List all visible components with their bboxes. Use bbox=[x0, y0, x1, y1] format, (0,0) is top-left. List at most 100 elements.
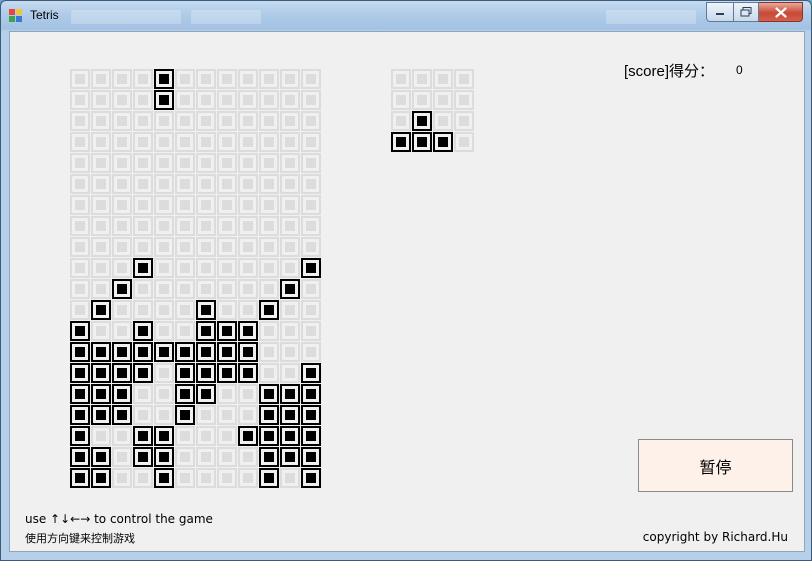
board-empty-cell bbox=[175, 195, 195, 215]
board-empty-cell bbox=[238, 468, 258, 488]
board-filled-cell bbox=[259, 300, 279, 320]
maximize-button[interactable] bbox=[734, 2, 759, 22]
board-empty-cell bbox=[280, 237, 300, 257]
background-tab-ghost bbox=[71, 10, 181, 24]
board-empty-cell bbox=[196, 279, 216, 299]
board-empty-cell bbox=[217, 447, 237, 467]
board-filled-cell bbox=[91, 405, 111, 425]
board-empty-cell bbox=[154, 321, 174, 341]
board-empty-cell bbox=[91, 279, 111, 299]
board-filled-cell bbox=[259, 405, 279, 425]
board-filled-cell bbox=[196, 321, 216, 341]
board-filled-cell bbox=[217, 321, 237, 341]
board-filled-cell bbox=[70, 447, 90, 467]
next-piece-empty-cell bbox=[391, 90, 411, 110]
minimize-button[interactable] bbox=[706, 2, 734, 22]
board-empty-cell bbox=[175, 258, 195, 278]
board-empty-cell bbox=[280, 195, 300, 215]
board-filled-cell bbox=[175, 384, 195, 404]
board-empty-cell bbox=[133, 111, 153, 131]
board-filled-cell bbox=[70, 342, 90, 362]
score-value: 0 bbox=[736, 63, 743, 77]
board-empty-cell bbox=[154, 363, 174, 383]
board-empty-cell bbox=[280, 111, 300, 131]
board-empty-cell bbox=[91, 195, 111, 215]
board-filled-cell bbox=[133, 258, 153, 278]
board-empty-cell bbox=[175, 468, 195, 488]
board-empty-cell bbox=[112, 153, 132, 173]
board-empty-cell bbox=[301, 300, 321, 320]
board-empty-cell bbox=[175, 111, 195, 131]
board-empty-cell bbox=[217, 132, 237, 152]
board-empty-cell bbox=[112, 216, 132, 236]
close-button[interactable] bbox=[759, 2, 803, 22]
board-filled-cell bbox=[280, 426, 300, 446]
board-filled-cell bbox=[91, 342, 111, 362]
next-piece-empty-cell bbox=[391, 69, 411, 89]
next-piece-empty-cell bbox=[454, 132, 474, 152]
board-empty-cell bbox=[259, 279, 279, 299]
title-bar[interactable]: Tetris bbox=[1, 1, 811, 30]
board-empty-cell bbox=[280, 363, 300, 383]
board-empty-cell bbox=[112, 174, 132, 194]
board-empty-cell bbox=[217, 468, 237, 488]
board-empty-cell bbox=[112, 468, 132, 488]
board-filled-cell bbox=[154, 426, 174, 446]
board-empty-cell bbox=[154, 132, 174, 152]
board-filled-cell bbox=[175, 342, 195, 362]
board-empty-cell bbox=[259, 216, 279, 236]
board-empty-cell bbox=[112, 90, 132, 110]
board-empty-cell bbox=[238, 258, 258, 278]
board-empty-cell bbox=[217, 237, 237, 257]
board-filled-cell bbox=[133, 342, 153, 362]
board-empty-cell bbox=[217, 90, 237, 110]
pause-button[interactable]: 暂停 bbox=[638, 439, 793, 492]
board-empty-cell bbox=[154, 279, 174, 299]
board-empty-cell bbox=[259, 321, 279, 341]
next-piece-empty-cell bbox=[412, 90, 432, 110]
board-filled-cell bbox=[196, 300, 216, 320]
board-filled-cell bbox=[112, 279, 132, 299]
board-filled-cell bbox=[238, 321, 258, 341]
board-empty-cell bbox=[133, 216, 153, 236]
board-empty-cell bbox=[196, 132, 216, 152]
board-empty-cell bbox=[259, 132, 279, 152]
board-empty-cell bbox=[154, 384, 174, 404]
board-empty-cell bbox=[91, 174, 111, 194]
game-board bbox=[70, 69, 321, 488]
board-empty-cell bbox=[70, 300, 90, 320]
board-empty-cell bbox=[133, 405, 153, 425]
board-empty-cell bbox=[133, 300, 153, 320]
form-client-area: [score]得分： 0 暂停 use ↑↓←→ to control the … bbox=[9, 31, 805, 552]
board-empty-cell bbox=[91, 153, 111, 173]
board-empty-cell bbox=[112, 447, 132, 467]
app-icon bbox=[9, 9, 22, 22]
board-filled-cell bbox=[154, 468, 174, 488]
board-filled-cell bbox=[70, 426, 90, 446]
board-empty-cell bbox=[154, 111, 174, 131]
board-empty-cell bbox=[280, 468, 300, 488]
board-empty-cell bbox=[154, 405, 174, 425]
board-filled-cell bbox=[259, 468, 279, 488]
board-empty-cell bbox=[238, 153, 258, 173]
next-piece-empty-cell bbox=[412, 69, 432, 89]
board-empty-cell bbox=[259, 90, 279, 110]
board-empty-cell bbox=[196, 258, 216, 278]
board-filled-cell bbox=[301, 363, 321, 383]
board-empty-cell bbox=[70, 111, 90, 131]
board-empty-cell bbox=[301, 342, 321, 362]
board-filled-cell bbox=[259, 384, 279, 404]
board-empty-cell bbox=[238, 216, 258, 236]
board-empty-cell bbox=[112, 300, 132, 320]
board-filled-cell bbox=[301, 405, 321, 425]
board-empty-cell bbox=[175, 321, 195, 341]
board-filled-cell bbox=[91, 363, 111, 383]
board-empty-cell bbox=[259, 111, 279, 131]
board-filled-cell bbox=[112, 384, 132, 404]
board-empty-cell bbox=[133, 279, 153, 299]
board-empty-cell bbox=[196, 426, 216, 446]
board-empty-cell bbox=[301, 321, 321, 341]
next-piece-preview bbox=[391, 69, 474, 152]
board-empty-cell bbox=[217, 258, 237, 278]
board-empty-cell bbox=[238, 300, 258, 320]
